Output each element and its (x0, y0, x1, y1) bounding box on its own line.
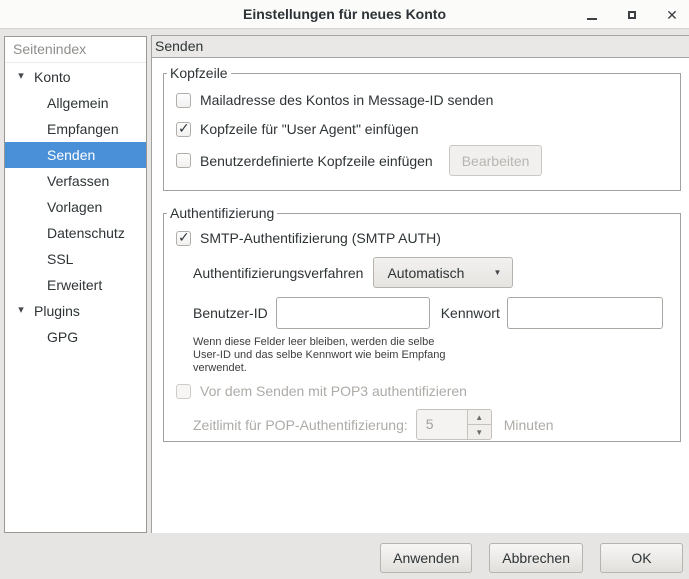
page-body: Kopfzeile Mailadresse des Kontos in Mess… (152, 65, 689, 442)
sidebar-item-datenschutz[interactable]: Datenschutz (5, 220, 146, 246)
minimize-button[interactable] (585, 8, 599, 22)
chevron-down-icon: ▼ (494, 268, 502, 277)
user-id-label: Benutzer-ID (193, 305, 268, 321)
timeout-label: Zeitlimit für POP-Authentifizierung: (193, 417, 408, 433)
checkbox-icon[interactable] (176, 153, 191, 168)
sidebar-item-erweitert[interactable]: Erweitert (5, 272, 146, 298)
content-panel: Senden Kopfzeile Mailadresse des Kontos … (151, 35, 689, 533)
triangle-up-icon: ▲ (475, 413, 483, 422)
spinner-buttons: ▲ ▼ (467, 410, 491, 439)
auth-method-dropdown[interactable]: Automatisch ▼ (373, 257, 513, 288)
sidebar-item-empfangen[interactable]: Empfangen (5, 116, 146, 142)
checkbox-smtp-auth[interactable]: SMTP-Authentifizierung (SMTP AUTH) (164, 230, 680, 246)
close-button[interactable]: ✕ (665, 8, 679, 22)
password-input[interactable] (507, 297, 663, 329)
checkbox-icon[interactable] (176, 93, 191, 108)
chevron-down-icon[interactable]: ▾ (14, 64, 28, 90)
chevron-down-icon[interactable]: ▾ (14, 298, 28, 324)
group-kopfzeile: Kopfzeile Mailadresse des Kontos in Mess… (163, 65, 681, 191)
auth-method-label: Authentifizierungsverfahren (193, 265, 363, 281)
timeout-spinbox[interactable]: 5 ▲ ▼ (416, 409, 492, 440)
maximize-button[interactable] (625, 8, 639, 22)
auth-method-row: Authentifizierungsverfahren Automatisch … (193, 257, 680, 288)
minimize-icon (587, 18, 597, 20)
checkbox-custom-header[interactable]: Benutzerdefinierte Kopfzeile einfügen Be… (164, 145, 680, 176)
group-authentication: Authentifizierung SMTP-Authentifizierung… (163, 205, 681, 442)
cancel-button[interactable]: Abbrechen (489, 543, 583, 573)
credentials-row: Benutzer-ID Kennwort (193, 297, 680, 329)
sidebar-item-senden[interactable]: Senden (5, 142, 146, 168)
checkbox-checked-icon[interactable] (176, 122, 191, 137)
page-title: Senden (152, 35, 689, 58)
timeout-unit-label: Minuten (504, 417, 554, 433)
group-authentication-title: Authentifizierung (167, 205, 277, 221)
sidebar-item-allgemein[interactable]: Allgemein (5, 90, 146, 116)
triangle-down-icon: ▼ (475, 428, 483, 437)
checkbox-checked-icon[interactable] (176, 231, 191, 246)
ok-button[interactable]: OK (600, 543, 683, 573)
apply-button[interactable]: Anwenden (380, 543, 472, 573)
sidebar-item-ssl[interactable]: SSL (5, 246, 146, 272)
settings-window: Einstellungen für neues Konto ✕ Seitenin… (0, 0, 689, 579)
checkbox-user-agent[interactable]: Kopfzeile für "User Agent" einfügen (164, 121, 680, 137)
password-label: Kennwort (441, 305, 500, 321)
sidebar-item-vorlagen[interactable]: Vorlagen (5, 194, 146, 220)
spin-down-button[interactable]: ▼ (468, 425, 491, 439)
dialog-button-bar: Anwenden Abbrechen OK (0, 533, 689, 579)
timeout-value: 5 (417, 410, 467, 439)
titlebar: Einstellungen für neues Konto ✕ (0, 0, 689, 29)
sidebar-item-konto[interactable]: ▾ Konto (5, 64, 146, 90)
checkbox-message-id[interactable]: Mailadresse des Kontos in Message-ID sen… (164, 92, 680, 108)
checkbox-disabled-icon[interactable] (176, 384, 191, 399)
group-kopfzeile-title: Kopfzeile (167, 65, 231, 81)
spin-up-button[interactable]: ▲ (468, 410, 491, 425)
checkbox-pop3-auth[interactable]: Vor dem Senden mit POP3 authentifizieren (164, 383, 680, 399)
edit-button[interactable]: Bearbeiten (449, 145, 543, 176)
sidebar-header: Seitenindex (5, 37, 146, 63)
page-index-tree: ▾ Konto Allgemein Empfangen Senden Verfa… (5, 64, 146, 350)
auth-hint-text: Wenn diese Felder leer bleiben, werden d… (193, 336, 455, 375)
pop-timeout-row: Zeitlimit für POP-Authentifizierung: 5 ▲… (193, 409, 680, 440)
close-icon: ✕ (666, 8, 678, 22)
auth-method-value: Automatisch (374, 265, 464, 281)
window-controls: ✕ (585, 0, 679, 29)
sidebar-item-verfassen[interactable]: Verfassen (5, 168, 146, 194)
maximize-icon (628, 11, 636, 19)
sidebar-item-plugins[interactable]: ▾ Plugins (5, 298, 146, 324)
sidebar-item-gpg[interactable]: GPG (5, 324, 146, 350)
sidebar: Seitenindex ▾ Konto Allgemein Empfangen … (4, 36, 147, 533)
user-id-input[interactable] (276, 297, 430, 329)
